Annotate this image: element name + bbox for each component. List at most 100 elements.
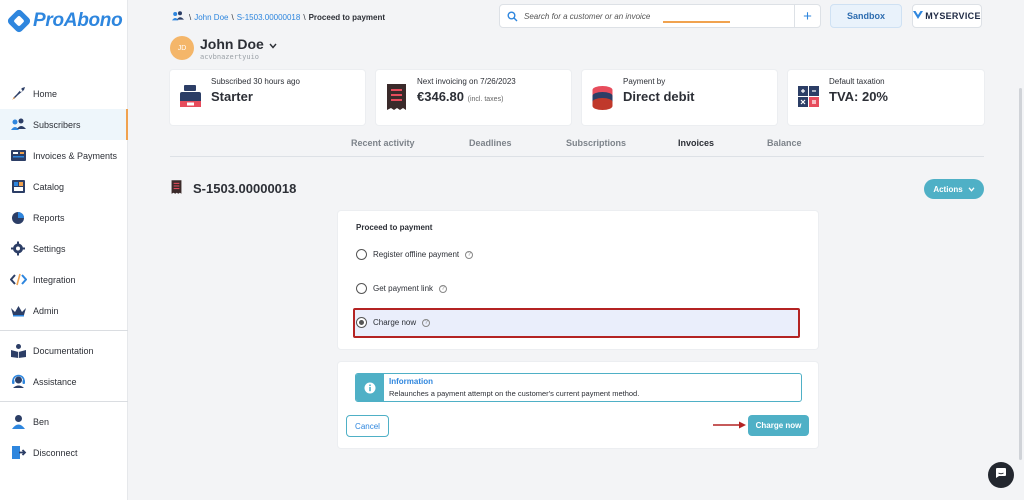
customer-menu[interactable]: John Doe — [200, 36, 277, 52]
search-bar: + — [499, 4, 821, 28]
option-register-offline[interactable]: Register offline payment ? — [356, 249, 474, 260]
chat-icon — [995, 466, 1007, 484]
info-text: Relaunches a payment attempt on the cust… — [389, 389, 640, 398]
stat-card-payment-method: Payment by Direct debit — [582, 70, 777, 125]
customer-id: acvbnazertyuio — [200, 53, 260, 61]
sidebar-item-catalog[interactable]: Catalog — [0, 171, 128, 202]
search-icon — [500, 5, 524, 27]
app-name: ProAbono — [33, 10, 123, 31]
sidebar-item-subscribers[interactable]: Subscribers — [0, 109, 128, 140]
avatar: JD — [170, 36, 194, 60]
radio-payment-link[interactable] — [356, 283, 367, 294]
annotation-arrow — [713, 421, 746, 429]
stat-label: Next invoicing on 7/26/2023 — [417, 77, 516, 86]
stat-value: €346.80 (incl. taxes) — [417, 89, 503, 104]
gear-icon — [10, 241, 27, 256]
sidebar-item-label: Catalog — [33, 181, 65, 192]
chevron-down-icon — [968, 185, 975, 194]
actions-label: Actions — [933, 184, 963, 194]
radio-register-offline[interactable] — [356, 249, 367, 260]
breadcrumb: \ John Doe \ S-1503.00000018 \ Proceed t… — [170, 10, 385, 24]
sidebar-item-label: Integration — [33, 274, 76, 285]
sidebar-item-integration[interactable]: Integration — [0, 264, 128, 295]
logo-icon — [6, 8, 32, 34]
scrollbar[interactable] — [1019, 88, 1022, 460]
sidebar-item-settings[interactable]: Settings — [0, 233, 128, 264]
breadcrumb-invoice[interactable]: S-1503.00000018 — [237, 13, 301, 22]
active-tab-indicator — [663, 21, 730, 23]
option-charge-now[interactable]: Charge now ? — [356, 317, 431, 328]
tab-recent-activity[interactable]: Recent activity — [351, 138, 415, 148]
sidebar-item-label: Assistance — [33, 376, 77, 387]
sidebar-item-label: Subscribers — [33, 119, 81, 130]
charge-now-button[interactable]: Charge now — [748, 415, 809, 436]
users-icon[interactable] — [170, 10, 186, 24]
invoice-number: S-1503.00000018 — [193, 181, 297, 196]
tab-invoices[interactable]: Invoices — [678, 138, 714, 148]
tab-subscriptions[interactable]: Subscriptions — [566, 138, 626, 148]
help-icon[interactable]: ? — [422, 318, 431, 327]
plus-icon: + — [803, 7, 812, 25]
sidebar-item-label: Ben — [33, 416, 50, 427]
search-input[interactable] — [524, 11, 794, 21]
catalog-icon — [10, 179, 27, 194]
sidebar-item-admin[interactable]: Admin — [0, 295, 128, 326]
sandbox-button[interactable]: Sandbox — [830, 4, 902, 28]
sidebar-item-label: Reports — [33, 212, 65, 223]
app-logo[interactable]: ProAbono — [6, 8, 123, 34]
rocket-icon — [10, 86, 27, 101]
breadcrumb-current: Proceed to payment — [308, 12, 386, 22]
stat-label: Subscribed 30 hours ago — [211, 77, 300, 86]
sidebar-item-profile[interactable]: Ben — [0, 406, 128, 437]
sidebar: ProAbono Home Subscribers Invoices & Pay… — [0, 0, 128, 500]
stat-value: Direct debit — [623, 89, 695, 104]
info-icon — [356, 374, 384, 401]
sidebar-item-label: Admin — [33, 305, 59, 316]
tab-bar: Recent activity Deadlines Subscriptions … — [170, 133, 984, 157]
stat-card-taxation: Default taxation TVA: 20% — [788, 70, 984, 125]
breadcrumb-customer[interactable]: John Doe — [194, 13, 228, 22]
sidebar-item-label: Disconnect — [33, 447, 78, 458]
radio-charge-now[interactable] — [356, 317, 367, 328]
stat-suffix: (incl. taxes) — [467, 96, 504, 103]
info-box: Information Relaunches a payment attempt… — [355, 373, 802, 402]
receipt-icon — [170, 179, 183, 198]
stat-value: Starter — [211, 89, 253, 104]
breadcrumb-separator: \ — [303, 12, 306, 22]
option-label: Get payment link — [373, 284, 434, 293]
sidebar-item-documentation[interactable]: Documentation — [0, 335, 128, 366]
crown-icon — [10, 303, 27, 318]
tab-deadlines[interactable]: Deadlines — [469, 138, 512, 148]
breadcrumb-separator: \ — [231, 12, 234, 22]
calculator-icon — [796, 83, 821, 111]
actions-button[interactable]: Actions — [924, 179, 984, 199]
option-payment-link[interactable]: Get payment link ? — [356, 283, 448, 294]
stat-value: TVA: 20% — [829, 89, 888, 104]
code-icon — [9, 272, 28, 287]
chevron-down-icon — [269, 36, 277, 52]
coins-stack-icon — [590, 83, 615, 111]
sidebar-item-label: Documentation — [33, 345, 94, 356]
business-switcher[interactable]: MYSERVICE — [912, 4, 982, 28]
headset-icon — [10, 374, 27, 389]
logout-icon — [10, 445, 27, 460]
sidebar-divider — [0, 330, 128, 331]
cancel-button[interactable]: Cancel — [346, 415, 389, 437]
help-icon[interactable]: ? — [439, 284, 448, 293]
sidebar-item-label: Settings — [33, 243, 66, 254]
info-title: Information — [389, 377, 433, 386]
stat-card-next-invoicing: Next invoicing on 7/26/2023 €346.80 (inc… — [376, 70, 571, 125]
sidebar-item-reports[interactable]: Reports — [0, 202, 128, 233]
sidebar-item-invoices-payments[interactable]: Invoices & Payments — [0, 140, 128, 171]
sidebar-item-assistance[interactable]: Assistance — [0, 366, 128, 397]
invoice-heading: S-1503.00000018 — [170, 179, 296, 198]
help-icon[interactable]: ? — [465, 250, 474, 259]
stat-card-subscription: Subscribed 30 hours ago Starter — [170, 70, 365, 125]
sidebar-item-disconnect[interactable]: Disconnect — [0, 437, 128, 468]
sidebar-nav: Home Subscribers Invoices & Payments Cat… — [0, 78, 128, 468]
chat-button[interactable] — [988, 462, 1014, 488]
add-button[interactable]: + — [794, 5, 820, 27]
tab-balance[interactable]: Balance — [767, 138, 802, 148]
sidebar-item-home[interactable]: Home — [0, 78, 128, 109]
option-label: Charge now — [373, 318, 417, 327]
